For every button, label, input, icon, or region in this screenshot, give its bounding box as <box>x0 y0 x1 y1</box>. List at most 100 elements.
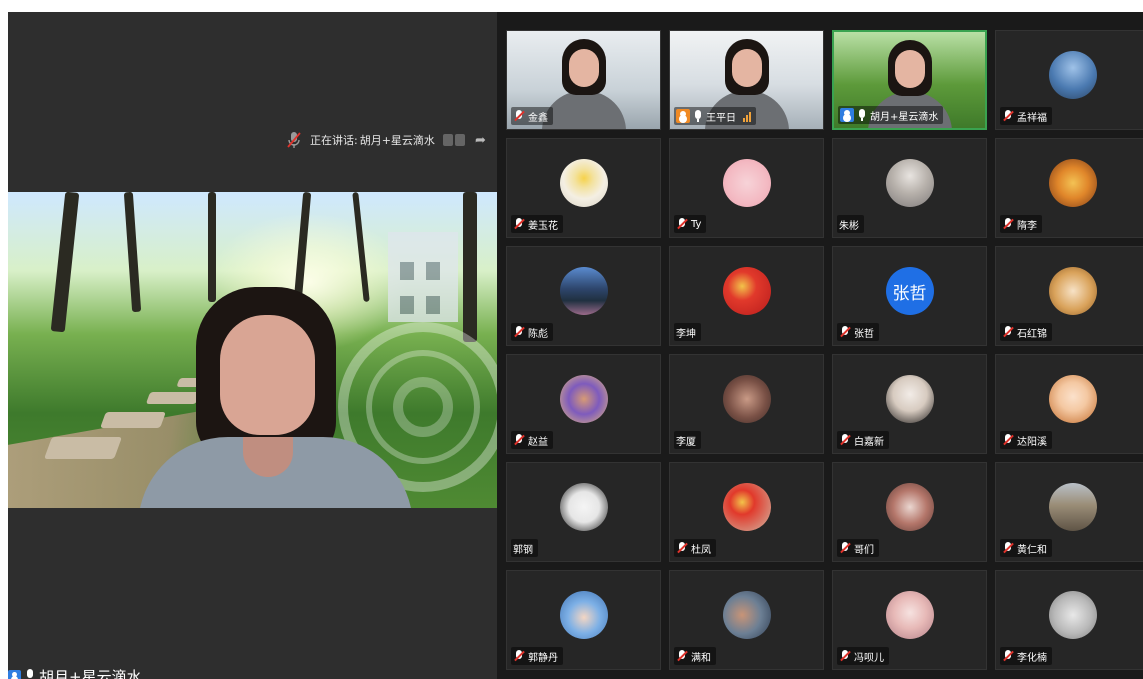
participant-name: 郭静丹 <box>528 652 558 664</box>
participant-label: 杜凤 <box>674 539 716 557</box>
avatar <box>885 375 934 423</box>
participant-name: 冯呗儿 <box>854 652 884 664</box>
participant-label: 黄仁和 <box>1000 539 1052 557</box>
speaker-view: 正在讲话: 胡月+星云滴水 ➦ 胡月+星云滴水 <box>8 12 497 679</box>
avatar <box>1048 375 1097 423</box>
participant-grid: 金鑫 王平日 胡月+星云滴水 孟祥福 姜玉花 Ty 朱彬 隋李 陈彪 李坤 张哲 张哲 石红锦 赵益 李厦白… <box>497 12 1143 679</box>
muted-mic-icon <box>287 132 301 148</box>
participant-tile[interactable]: 李厦 <box>669 354 824 454</box>
participant-label: Ty <box>674 215 707 233</box>
muted-mic-icon <box>839 433 851 447</box>
muted-mic-icon <box>513 325 525 339</box>
mic-icon <box>693 109 703 123</box>
participant-tile[interactable]: 白嘉新 <box>832 354 987 454</box>
participant-name: 张哲 <box>854 328 874 340</box>
participant-tile[interactable]: 赵益 <box>506 354 661 454</box>
speaking-prefix: 正在讲话: <box>310 134 358 147</box>
avatar <box>722 159 771 207</box>
avatar <box>1048 591 1097 639</box>
speaker-person <box>138 287 413 508</box>
participant-tile[interactable]: 李坤 <box>669 246 824 346</box>
participant-name: 达阳溪 <box>1017 436 1047 448</box>
muted-mic-icon <box>676 541 688 555</box>
participant-label: 赵益 <box>511 431 553 449</box>
main-video[interactable] <box>8 192 497 508</box>
participant-tile[interactable]: 隋李 <box>995 138 1143 238</box>
participant-tile[interactable]: 郭钢 <box>506 462 661 562</box>
participant-tile[interactable]: 达阳溪 <box>995 354 1143 454</box>
participant-label: 冯呗儿 <box>837 647 889 665</box>
avatar <box>1048 159 1097 207</box>
participant-tile[interactable]: 石红锦 <box>995 246 1143 346</box>
participant-name: 李化楠 <box>1017 652 1047 664</box>
participant-tile[interactable]: 郭静丹 <box>506 570 661 670</box>
participant-label: 姜玉花 <box>511 215 563 233</box>
main-video-label: 胡月+星云滴水 <box>8 666 142 679</box>
avatar <box>559 375 608 423</box>
muted-mic-icon <box>513 109 525 123</box>
participant-tile[interactable]: 孟祥福 <box>995 30 1143 130</box>
participant-tile[interactable]: 姜玉花 <box>506 138 661 238</box>
participant-name: 哥们 <box>854 544 874 556</box>
participant-tile[interactable]: 张哲 张哲 <box>832 246 987 346</box>
muted-mic-icon <box>1002 325 1014 339</box>
participant-person <box>541 39 626 129</box>
participant-tile[interactable]: 李化楠 <box>995 570 1143 670</box>
participant-label: 李厦 <box>674 431 701 449</box>
participant-name: 朱彬 <box>839 220 859 232</box>
avatar <box>1048 51 1097 99</box>
participant-label: 李化楠 <box>1000 647 1052 665</box>
participant-name: Ty <box>691 218 702 230</box>
meeting-window: 正在讲话: 胡月+星云滴水 ➦ 胡月+星云滴水 金鑫 王平日 胡月+星云滴水 孟… <box>8 12 1143 679</box>
avatar <box>885 159 934 207</box>
participant-tile[interactable]: 陈彪 <box>506 246 661 346</box>
avatar <box>722 483 771 531</box>
participant-label: 白嘉新 <box>837 431 889 449</box>
mic-icon <box>25 669 35 679</box>
muted-mic-icon <box>513 217 525 231</box>
participant-label: 哥们 <box>837 539 879 557</box>
participant-label: 孟祥福 <box>1000 107 1052 125</box>
participant-tile[interactable]: 杜凤 <box>669 462 824 562</box>
participant-name: 王平日 <box>706 112 736 124</box>
participant-tile[interactable]: 朱彬 <box>832 138 987 238</box>
avatar <box>559 267 608 315</box>
text-avatar: 张哲 <box>885 267 934 315</box>
avatar <box>559 591 608 639</box>
participant-tile[interactable]: 冯呗儿 <box>832 570 987 670</box>
participant-tile[interactable]: 王平日 <box>669 30 824 130</box>
muted-mic-icon <box>1002 541 1014 555</box>
avatar <box>1048 483 1097 531</box>
share-arrow-icon[interactable]: ➦ <box>475 133 486 148</box>
main-video-name: 胡月+星云滴水 <box>39 667 142 679</box>
participant-label: 达阳溪 <box>1000 431 1052 449</box>
muted-mic-icon <box>1002 217 1014 231</box>
participant-label: 胡月+星云滴水 <box>838 106 944 124</box>
muted-mic-icon <box>1002 649 1014 663</box>
muted-mic-icon <box>513 649 525 663</box>
avatar <box>885 591 934 639</box>
participant-label: 郭钢 <box>511 539 538 557</box>
muted-mic-icon <box>513 433 525 447</box>
participant-tile[interactable]: 满和 <box>669 570 824 670</box>
participant-tile[interactable]: 黄仁和 <box>995 462 1143 562</box>
participant-name: 金鑫 <box>528 112 548 124</box>
participant-tile[interactable]: Ty <box>669 138 824 238</box>
participant-name: 姜玉花 <box>528 220 558 232</box>
participant-label: 张哲 <box>837 323 879 341</box>
participant-tile[interactable]: 哥们 <box>832 462 987 562</box>
participant-name: 黄仁和 <box>1017 544 1047 556</box>
participant-tile[interactable]: 胡月+星云滴水 <box>832 30 987 130</box>
participant-tile[interactable]: 金鑫 <box>506 30 661 130</box>
muted-mic-icon <box>839 325 851 339</box>
participant-label: 王平日 <box>674 107 756 125</box>
participant-name: 石红锦 <box>1017 328 1047 340</box>
speaking-blur <box>442 134 465 146</box>
participant-name: 胡月+星云滴水 <box>870 111 939 123</box>
participant-name: 孟祥福 <box>1017 112 1047 124</box>
avatar <box>559 159 608 207</box>
participant-name: 郭钢 <box>513 544 533 556</box>
participant-name: 白嘉新 <box>854 436 884 448</box>
avatar <box>722 375 771 423</box>
participant-label: 石红锦 <box>1000 323 1052 341</box>
